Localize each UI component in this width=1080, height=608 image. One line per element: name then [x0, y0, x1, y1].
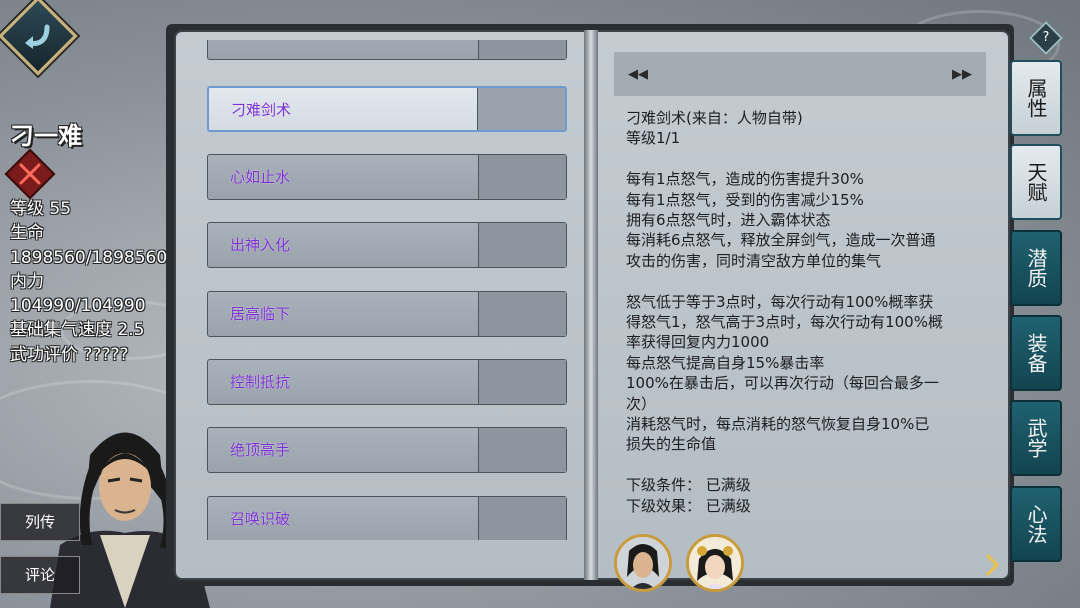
stat-hp-label: 生命 — [10, 223, 44, 244]
skill-description: 刁难剑术(来自：人物自带) 等级1/1 每有1点怒气，造成的伤害提升30% 每有… — [626, 108, 986, 516]
skill-label: 绝顶高手 — [230, 441, 291, 459]
skill-item[interactable]: 召唤识破 — [207, 496, 567, 540]
desc-line: 每消耗6点怒气，释放全屏剑气，造成一次普通 — [626, 231, 936, 250]
tab-label: 武学 — [1024, 418, 1048, 458]
next-page-arrow-icon[interactable] — [984, 552, 1000, 578]
tab-attributes[interactable]: 属性 — [1010, 60, 1062, 136]
skill-slot — [478, 155, 566, 199]
desc-line: 怒气低于等于3点时，每次行动有100%概率获 — [626, 292, 934, 311]
stat-martial-rating: 武功评价 ????? — [10, 344, 129, 365]
skill-item[interactable]: 控制抵抗 — [207, 359, 567, 405]
tab-label: 装备 — [1024, 333, 1048, 373]
tab-potential[interactable]: 潜质 — [1010, 230, 1062, 306]
tab-label: 属性 — [1024, 78, 1048, 118]
skill-item[interactable]: 心如止水 — [207, 154, 567, 200]
stat-hp-value: 1898560/1898560 — [10, 247, 168, 268]
desc-line: 损失的生命值 — [626, 435, 717, 454]
desc-line: 100%在暴击后，可以再次行动（每回合最多一 — [626, 374, 939, 393]
desc-line — [626, 149, 986, 169]
skill-label: 刁难剑术 — [231, 101, 292, 119]
tab-equipment[interactable]: 装备 — [1010, 315, 1062, 391]
stat-level: 等级 55 — [10, 199, 72, 219]
desc-line: 率获得回复内力1000 — [626, 333, 770, 352]
tab-martial-arts[interactable]: 武学 — [1010, 400, 1062, 476]
next-arrow-icon[interactable]: ▶▶ — [952, 67, 972, 82]
next-level-condition: 下级条件： 已满级 — [626, 476, 751, 495]
comment-button[interactable]: 评论 — [0, 556, 80, 594]
skill-title: 刁难剑术(来自：人物自带) — [626, 109, 803, 127]
desc-line: 每有1点怒气，受到的伤害减少15% — [626, 190, 864, 209]
detail-nav-bar: ◀◀ ▶▶ — [614, 52, 986, 96]
tab-talent[interactable]: 天赋 — [1010, 144, 1062, 220]
biography-button[interactable]: 列传 — [0, 503, 80, 541]
prev-arrow-icon[interactable]: ◀◀ — [628, 67, 648, 82]
avatar — [689, 537, 741, 589]
desc-line — [626, 455, 986, 475]
skill-level: 等级1/1 — [626, 129, 681, 148]
character-stats: 等级 55 生命 1898560/1898560 内力 104990/10499… — [10, 197, 167, 367]
skill-slot — [478, 292, 566, 336]
skill-label: 居高临下 — [230, 305, 291, 323]
team-member-avatar[interactable] — [614, 534, 672, 592]
skill-slot — [478, 360, 566, 404]
desc-line: 得怒气1，怒气高于3点时，每次行动有100%概 — [626, 313, 943, 332]
skill-slot — [478, 428, 566, 472]
stat-charge-speed: 基础集气速度 2.5 — [10, 320, 145, 341]
stat-mp-value: 104990/104990 — [10, 296, 146, 317]
desc-line — [626, 271, 986, 291]
skill-list[interactable]: 刁难剑术 心如止水 出神入化 居高临下 控制抵抗 绝顶高手 召唤识破 — [180, 40, 584, 540]
tab-label: 潜质 — [1024, 248, 1048, 288]
skill-label: 出神入化 — [230, 236, 291, 254]
skill-slot — [478, 223, 566, 267]
stat-mp-label: 内力 — [10, 271, 44, 292]
desc-line: 拥有6点怒气时，进入霸体状态 — [626, 211, 831, 230]
skill-label: 心如止水 — [230, 168, 291, 186]
tab-label: 心法 — [1024, 504, 1048, 544]
desc-line: 每点怒气提高自身15%暴击率 — [626, 353, 825, 372]
back-arrow-icon — [25, 24, 50, 49]
skill-label: 召唤识破 — [230, 510, 291, 528]
desc-line: 消耗怒气时，每点消耗的怒气恢复自身10%已 — [626, 415, 930, 434]
skill-item-partial[interactable] — [207, 40, 567, 60]
skill-item[interactable]: 出神入化 — [207, 222, 567, 268]
team-member-avatar[interactable] — [686, 534, 744, 592]
skill-item[interactable]: 绝顶高手 — [207, 427, 567, 473]
skill-slot — [477, 88, 565, 130]
avatar — [617, 537, 669, 589]
help-icon: ? — [1042, 30, 1050, 45]
desc-line: 每有1点怒气，造成的伤害提升30% — [626, 170, 864, 189]
tab-label: 天赋 — [1024, 162, 1048, 202]
skill-item[interactable]: 刁难剑术 — [207, 86, 567, 132]
crossed-swords-icon — [4, 148, 56, 200]
character-name: 刁一难 — [10, 122, 82, 150]
tab-inner-method[interactable]: 心法 — [1010, 486, 1062, 562]
skill-label: 控制抵抗 — [230, 373, 291, 391]
skill-item[interactable]: 居高临下 — [207, 291, 567, 337]
desc-line: 攻击的伤害，同时清空敌方单位的集气 — [626, 251, 882, 270]
book-spine — [584, 30, 598, 580]
back-button[interactable] — [0, 0, 78, 76]
desc-line: 次） — [626, 394, 657, 413]
skill-slot — [478, 497, 566, 540]
next-level-effect: 下级效果： 已满级 — [626, 496, 751, 515]
